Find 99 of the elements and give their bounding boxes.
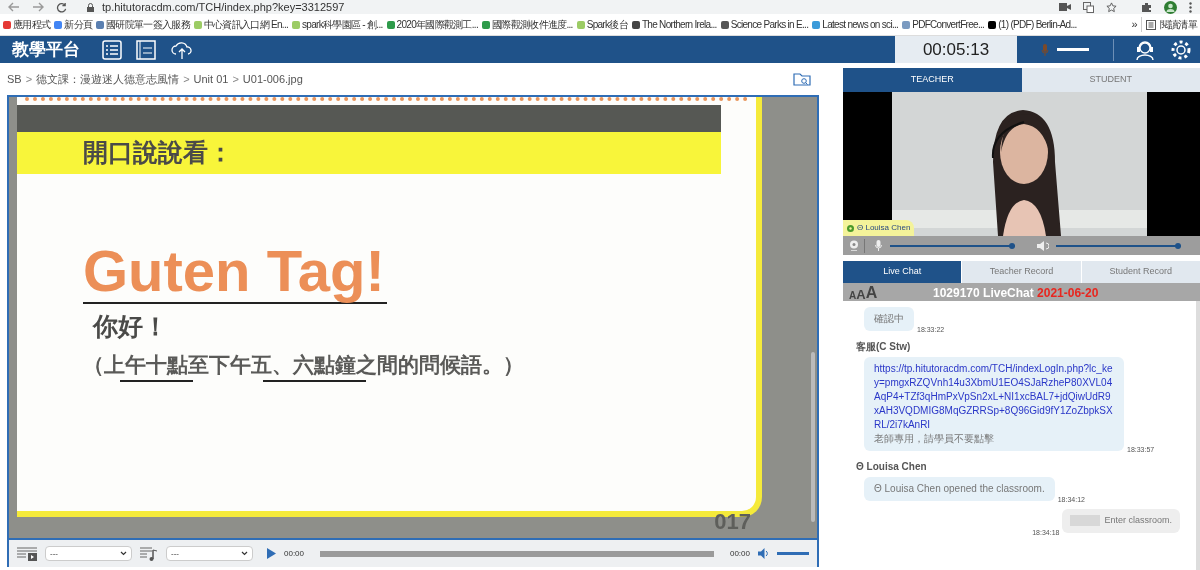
volume-icon[interactable]: [758, 548, 769, 559]
camera-icon[interactable]: [1059, 3, 1071, 11]
chat-bubble: https://tp.hitutoracdm.com/TCH/indexLogIn.php?lc_key=pmgxRZQVnh14u3XbmU1EO4SJaRzheP80XVL04AqP4+TZf3qHmPxVpSn2xL+NI1xcBAL7+jdQiwUdR9xAH3VQDMIG8MqGZRRSp+8Q96Gid9fY1ZoZbpkSXRL/2i7kAnRI 老師專用，請學員不要點擊: [864, 357, 1124, 451]
chevron-icon: [120, 551, 127, 556]
sender-name: Θ Louisa Chen: [856, 460, 928, 474]
chat-bubble: Enter classroom.: [1062, 509, 1180, 533]
bookmark-icon: [3, 20, 11, 29]
flower-icon: [847, 224, 854, 232]
reading-list-link[interactable]: 閱讀清單: [1159, 17, 1197, 32]
video-select[interactable]: ---: [45, 546, 132, 561]
font-size-button[interactable]: A: [849, 291, 857, 301]
more-icon[interactable]: [1189, 1, 1192, 13]
speaker-slider[interactable]: [1056, 244, 1181, 247]
more-bookmarks-button[interactable]: »: [1131, 16, 1137, 33]
bookmark-icon: [812, 20, 821, 29]
bookmark[interactable]: 中心資訊入口網 En...: [193, 17, 289, 32]
bookmark[interactable]: spark科學園區 - 創...: [292, 17, 383, 32]
video-list-icon[interactable]: [17, 546, 37, 561]
bookmark-icon: [902, 20, 911, 29]
slider-thumb[interactable]: [1175, 242, 1181, 249]
audio-list-icon[interactable]: [140, 546, 158, 561]
bookmark[interactable]: 國研院單一簽入服務: [96, 17, 190, 32]
slide-heading: 開口說說看：: [83, 137, 233, 169]
bookmark[interactable]: Science Parks in E...: [720, 17, 809, 32]
forward-icon[interactable]: [32, 2, 44, 12]
reload-icon[interactable]: [56, 1, 67, 13]
breadcrumb-item[interactable]: Unit 01: [193, 70, 229, 88]
back-icon[interactable]: [8, 2, 20, 12]
url-text: tp.hitutoracdm.com/TCH/index.php?key=3312597: [102, 0, 345, 15]
chat-room-title: 1029170 LiveChat 2021-06-20: [933, 285, 1099, 302]
bookmark-icon: [988, 20, 997, 29]
greeting-text: Guten Tag!: [83, 242, 387, 304]
video-tab[interactable]: TEACHER: [843, 68, 1022, 92]
breadcrumb-item: U01-006.jpg: [242, 71, 303, 87]
reading-list-icon[interactable]: [1145, 19, 1156, 30]
speaker-icon[interactable]: [1037, 240, 1049, 251]
duration-time: 00:00: [729, 547, 750, 560]
name-tag: Θ Louisa Chen: [843, 220, 915, 236]
bookmark-icon: [54, 20, 63, 29]
bookmark-icon: [193, 20, 202, 29]
chat-tab[interactable]: Student Record: [1080, 261, 1200, 283]
microphone-icon[interactable]: [875, 240, 882, 251]
current-time: 00:00: [284, 547, 305, 560]
bookmark[interactable]: 2020年國際觀測工...: [386, 17, 479, 32]
breadcrumb-separator: >: [232, 71, 239, 87]
page-number: 017: [714, 508, 751, 536]
chat-tab[interactable]: Live Chat: [843, 261, 962, 283]
chat-bubble: 確認中: [864, 307, 914, 331]
volume-slider[interactable]: [777, 552, 809, 555]
chat-bubble: Θ Louisa Chen opened the classroom.: [864, 477, 1055, 501]
bookmark[interactable]: 應用程式: [3, 17, 51, 32]
cloud-upload-icon[interactable]: [170, 39, 194, 60]
progress-track[interactable]: [320, 550, 714, 557]
chevron-icon: [241, 551, 248, 556]
scrollbar[interactable]: [811, 352, 815, 522]
slider-thumb[interactable]: [1009, 242, 1015, 249]
bookmark-icon: [576, 20, 585, 29]
support-agent-icon[interactable]: [1134, 38, 1156, 61]
bookmark-icon: [482, 20, 491, 29]
mic-slider[interactable]: [890, 244, 1015, 247]
breadcrumb-separator: >: [25, 71, 33, 87]
chat-link[interactable]: https://tp.hitutoracdm.com/TCH/indexLogIn.php?lc_key=pmgxRZQVnh14u3XbmU1EO4SJaRzheP80XVL04AqP4+TZf3qHmPxVpSn2xL+NI1xcBAL7+jdQiwUdR9xAH3VQDMIG8MqGZRRSp+8Q96Gid9fY1ZoZbpkSXRL/2i7kAnRI: [874, 362, 1114, 432]
breadcrumb-item[interactable]: 德文課：漫遊迷人德意志風情: [36, 70, 180, 88]
breadcrumb-item[interactable]: SB: [7, 70, 22, 88]
note-text: （上午十點至下午五、六點鐘之間的問候語。）: [83, 351, 525, 378]
sender-name: 客服(C Stw): [856, 340, 912, 354]
audio-select[interactable]: ---: [166, 546, 253, 561]
breadcrumb-separator: >: [183, 71, 190, 87]
app-title: 教學平台: [12, 41, 80, 58]
translation-text: 你好！: [91, 311, 169, 342]
webcam-icon[interactable]: [849, 240, 859, 251]
font-size-button[interactable]: A: [865, 285, 878, 301]
bookmark[interactable]: 國際觀測收件進度...: [482, 17, 573, 32]
folder-search-icon[interactable]: [793, 72, 811, 86]
timer-box: 00:05:13: [895, 36, 1017, 63]
bookmark-icon: [631, 20, 640, 29]
settings-icon[interactable]: [1170, 38, 1192, 61]
video-tab[interactable]: STUDENT: [1021, 68, 1200, 92]
font-size-button[interactable]: A: [856, 288, 866, 301]
bookmark[interactable]: 新分頁: [54, 17, 93, 32]
bookmark-icon: [720, 20, 729, 29]
chat-tab[interactable]: Teacher Record: [961, 261, 1081, 283]
bookmark[interactable]: Spark後台: [576, 17, 628, 32]
bookmark[interactable]: Latest news on sci...: [812, 17, 899, 32]
mic-level-bar: [1057, 48, 1089, 51]
translate-icon[interactable]: [1083, 1, 1094, 13]
bookmark-icon: [292, 20, 301, 29]
bookmark[interactable]: PDFConvertFree...: [902, 17, 985, 32]
bookmark-icon: [386, 20, 395, 29]
bookmark[interactable]: The Northern Irela...: [631, 17, 717, 32]
lock-icon: [87, 2, 94, 12]
dictionary-icon[interactable]: [136, 39, 156, 60]
list-icon[interactable]: [102, 39, 122, 60]
star-icon[interactable]: [1106, 1, 1117, 13]
avatar-icon[interactable]: [1164, 0, 1177, 14]
bookmark[interactable]: (1) (PDF) Berlin-Ad...: [988, 17, 1077, 32]
puzzle-icon[interactable]: [1141, 1, 1152, 13]
play-icon[interactable]: [267, 548, 276, 559]
bookmark-icon: [96, 20, 105, 29]
